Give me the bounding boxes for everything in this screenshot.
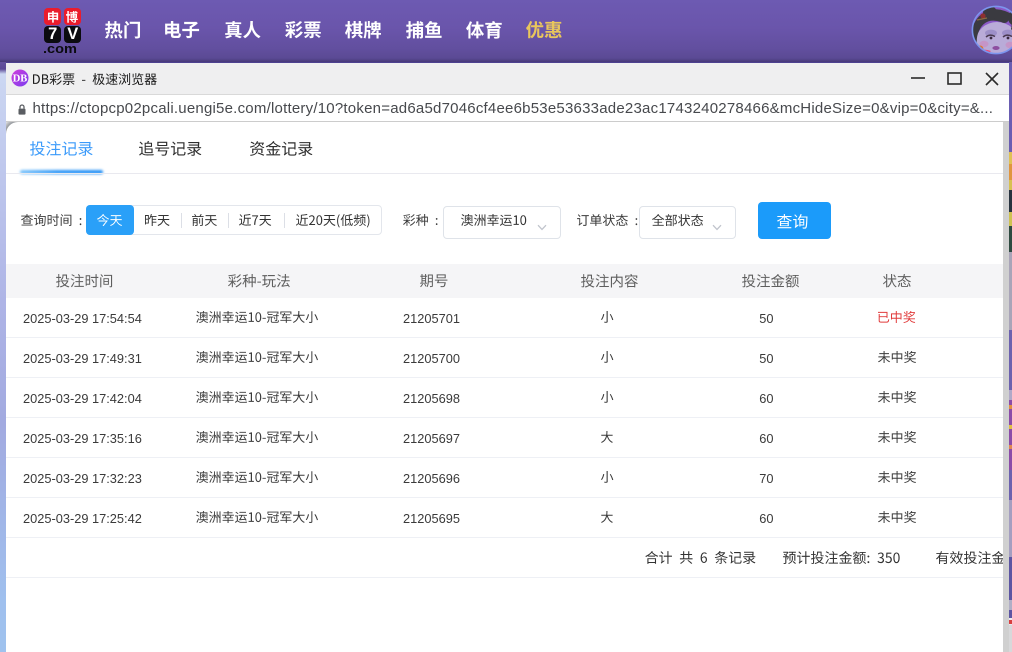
svg-text:DB: DB [13, 73, 28, 84]
